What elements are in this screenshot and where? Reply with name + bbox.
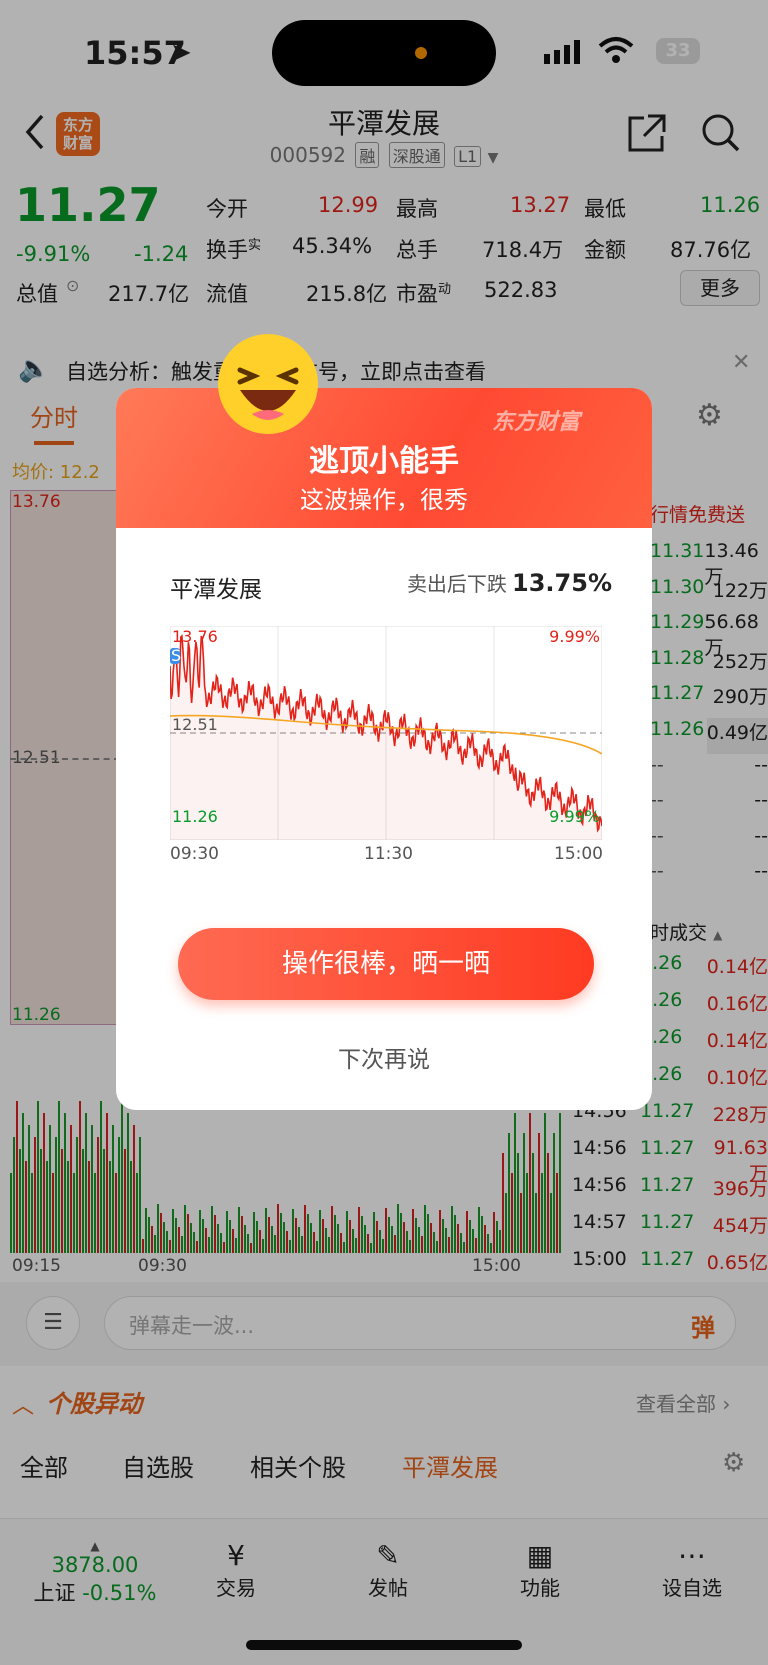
modal-header: 东方财富 逃顶小能手 这波操作，很秀 [116,388,652,528]
sell-marker-label: S [171,646,181,665]
chart-high-label: 13.76 [172,627,218,646]
modal-title: 逃顶小能手 [309,444,459,479]
achievement-modal: 东方财富 逃顶小能手 这波操作，很秀 平潭发展 卖出后下跌 13.75% 13.… [116,388,652,1110]
drop-info: 卖出后下跌 13.75% [392,568,612,597]
modal-chart-time-start: 09:30 [170,844,219,864]
modal-chart-time-end: 15:00 [554,844,603,864]
modal-chart-time-mid: 11:30 [364,844,413,864]
share-achievement-button[interactable]: 操作很棒，晒一晒 [178,928,594,1000]
drop-label: 卖出后下跌 [406,572,507,596]
chart-low-label: 11.26 [172,807,218,826]
drop-value: 13.75% [512,569,612,597]
chart-high-pct: 9.99% [549,627,600,646]
dismiss-button[interactable]: 下次再说 [116,1040,652,1074]
chart-low-pct: 9.99% [549,807,600,826]
chart-mid-label: 12.51 [172,715,218,734]
modal-subtitle: 这波操作，很秀 [300,486,468,514]
modal-stock-name: 平潭发展 [170,577,262,603]
brand-watermark: 东方财富 [492,410,581,435]
laughing-emoji-icon [218,334,318,434]
modal-chart: 13.76 9.99% 12.51 11.26 9.99% S [169,625,603,841]
